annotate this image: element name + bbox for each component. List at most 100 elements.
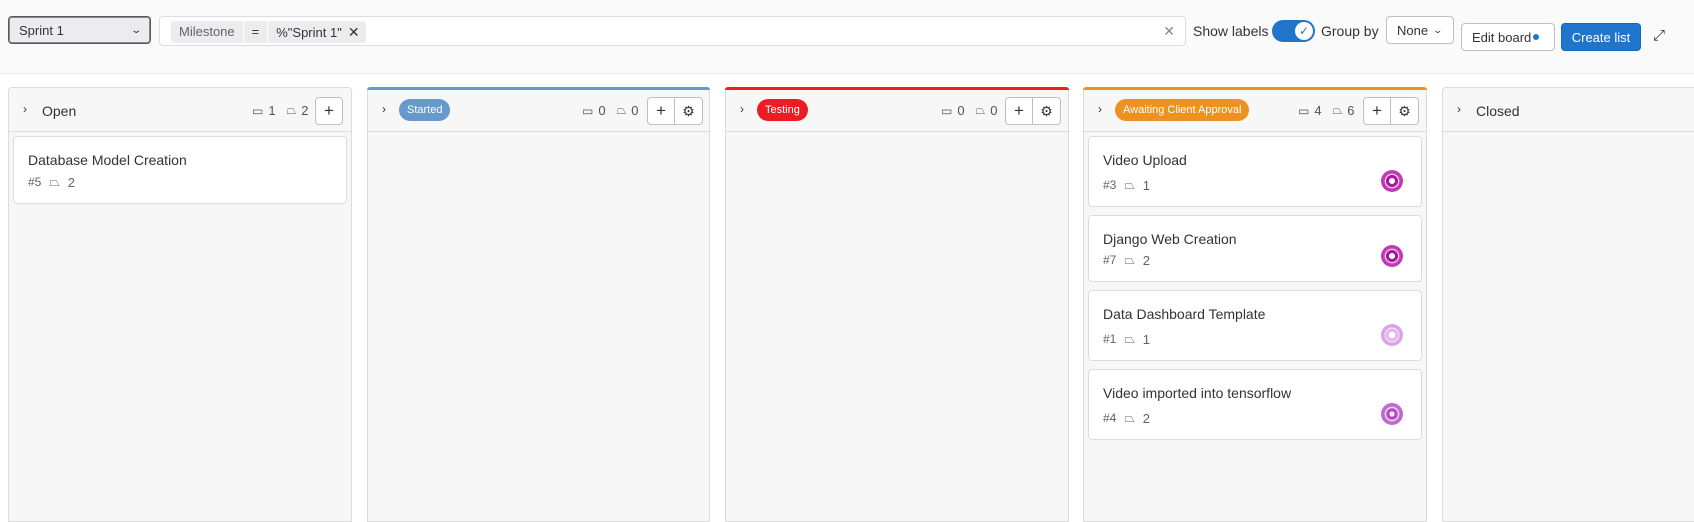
gear-icon[interactable]: ⚙ bbox=[1391, 97, 1419, 125]
board-list-started: › Started ▭ 0 ⏢ 0 + ⚙ bbox=[367, 87, 710, 522]
list-header: › Open ▭ 1 ⏢ 2 + bbox=[9, 88, 351, 132]
list-label: Awaiting Client Approval bbox=[1115, 99, 1250, 121]
list-counts: ▭ 4 ⏢ 6 bbox=[1298, 103, 1354, 118]
issue-meta: #5 ⏢ 2 bbox=[28, 174, 75, 190]
board-list-testing: › Testing ▭ 0 ⏢ 0 + ⚙ bbox=[725, 87, 1069, 522]
issue-card[interactable]: Database Model Creation #5 ⏢ 2 bbox=[13, 136, 347, 204]
issue-weight: 2 bbox=[1142, 252, 1150, 268]
assignee-avatar[interactable] bbox=[1381, 245, 1403, 267]
issue-title: Video Upload bbox=[1103, 152, 1187, 168]
board-toolbar: Sprint 1 ⌄ Milestone = %"Sprint 1" ✕ ✕ S… bbox=[0, 0, 1694, 74]
weight-icon: ⏢ bbox=[975, 103, 986, 117]
weight-icon: ⏢ bbox=[1332, 103, 1343, 117]
weight-icon: ⏢ bbox=[49, 174, 60, 189]
board-selector[interactable]: Sprint 1 ⌄ bbox=[8, 16, 151, 44]
issues-icon: ▭ bbox=[582, 103, 594, 118]
weight-icon: ⏢ bbox=[1124, 410, 1135, 425]
issue-id: #5 bbox=[28, 175, 42, 189]
chevron-right-icon[interactable]: › bbox=[740, 102, 744, 116]
board-list-awaiting-client-approval: › Awaiting Client Approval ▭ 4 ⏢ 6 + ⚙ Vid… bbox=[1083, 87, 1427, 522]
check-icon: ✓ bbox=[1295, 22, 1313, 40]
edit-board-button[interactable]: Edit board bbox=[1461, 23, 1555, 51]
issue-title: Django Web Creation bbox=[1103, 231, 1237, 247]
token-value: %"Sprint 1" ✕ bbox=[267, 21, 366, 43]
weight-count: 6 bbox=[1347, 103, 1355, 118]
issue-weight: 2 bbox=[1142, 410, 1150, 426]
list-title: Closed bbox=[1476, 103, 1520, 119]
create-list-button[interactable]: Create list bbox=[1561, 23, 1641, 51]
issue-card[interactable]: Django Web Creation #7 ⏢ 2 bbox=[1088, 215, 1422, 282]
issue-card[interactable]: Video Upload #3 ⏢ 1 bbox=[1088, 136, 1422, 207]
issue-title: Video imported into tensorflow bbox=[1103, 385, 1292, 401]
milestone-filter-token[interactable]: Milestone = %"Sprint 1" ✕ bbox=[171, 21, 366, 43]
issues-count: 1 bbox=[268, 103, 276, 118]
issues-count: 0 bbox=[957, 103, 965, 118]
add-issue-button[interactable]: + bbox=[1363, 97, 1391, 125]
group-by-label: Group by bbox=[1321, 23, 1379, 39]
issues-icon: ▭ bbox=[1298, 103, 1310, 118]
notification-dot bbox=[1533, 34, 1540, 40]
board-selector-label: Sprint 1 bbox=[19, 22, 64, 38]
issue-card[interactable]: Data Dashboard Template #1 ⏢ 1 bbox=[1088, 290, 1422, 361]
issue-meta: #1 ⏢ 1 bbox=[1103, 331, 1150, 347]
assignee-avatar[interactable] bbox=[1381, 403, 1403, 425]
issue-card[interactable]: Video imported into tensorflow #4 ⏢ 2 bbox=[1088, 369, 1422, 440]
list-header: › Awaiting Client Approval ▭ 4 ⏢ 6 + ⚙ bbox=[1084, 88, 1426, 132]
assignee-avatar[interactable] bbox=[1381, 324, 1403, 346]
weight-icon: ⏢ bbox=[1124, 252, 1135, 267]
list-title: Open bbox=[42, 103, 77, 119]
issue-weight: 1 bbox=[1142, 177, 1150, 193]
add-issue-button[interactable]: + bbox=[1005, 97, 1033, 125]
chevron-down-icon: ⌄ bbox=[1432, 24, 1444, 35]
add-issue-button[interactable]: + bbox=[315, 97, 343, 125]
issue-meta: #7 ⏢ 2 bbox=[1103, 252, 1150, 268]
issue-id: #3 bbox=[1103, 178, 1117, 192]
assignee-avatar[interactable] bbox=[1381, 170, 1403, 192]
token-operator: = bbox=[242, 21, 268, 43]
list-counts: ▭ 0 ⏢ 0 bbox=[582, 103, 638, 118]
chevron-right-icon[interactable]: › bbox=[1457, 102, 1461, 116]
board-list-open: › Open ▭ 1 ⏢ 2 + Database Model Creation #… bbox=[8, 87, 352, 522]
weight-icon: ⏢ bbox=[286, 103, 297, 117]
add-issue-button[interactable]: + bbox=[647, 97, 675, 125]
gear-icon[interactable]: ⚙ bbox=[675, 97, 703, 125]
group-by-value: None bbox=[1397, 22, 1429, 38]
weight-icon: ⏢ bbox=[1124, 331, 1135, 346]
close-icon[interactable]: ✕ bbox=[348, 24, 360, 41]
issue-id: #1 bbox=[1103, 332, 1117, 346]
filter-search-bar[interactable]: Milestone = %"Sprint 1" ✕ ✕ bbox=[159, 16, 1186, 46]
expand-icon[interactable]: ⤢ bbox=[1653, 27, 1665, 44]
weight-icon: ⏢ bbox=[616, 103, 627, 117]
chevron-right-icon[interactable]: › bbox=[382, 102, 386, 116]
clear-filter-icon[interactable]: ✕ bbox=[1163, 23, 1175, 40]
token-name: Milestone bbox=[171, 21, 243, 43]
show-labels-toggle[interactable]: ✓ bbox=[1272, 20, 1315, 42]
gear-icon[interactable]: ⚙ bbox=[1033, 97, 1061, 125]
chevron-right-icon[interactable]: › bbox=[1098, 102, 1102, 116]
weight-count: 0 bbox=[631, 103, 639, 118]
issue-id: #7 bbox=[1103, 253, 1117, 267]
issue-meta: #4 ⏢ 2 bbox=[1103, 410, 1150, 426]
list-counts: ▭ 1 ⏢ 2 bbox=[252, 103, 308, 118]
list-label: Testing bbox=[757, 99, 808, 121]
issues-icon: ▭ bbox=[941, 103, 953, 118]
list-header: › Closed bbox=[1443, 88, 1694, 132]
list-header: › Started ▭ 0 ⏢ 0 + ⚙ bbox=[368, 88, 709, 132]
list-counts: ▭ 0 ⏢ 0 bbox=[941, 103, 997, 118]
group-by-dropdown[interactable]: None ⌄ bbox=[1386, 16, 1454, 44]
token-value-text: %"Sprint 1" bbox=[276, 24, 342, 40]
chevron-right-icon[interactable]: › bbox=[23, 102, 27, 116]
list-label: Started bbox=[399, 99, 451, 121]
weight-icon: ⏢ bbox=[1124, 177, 1135, 192]
issue-title: Database Model Creation bbox=[28, 152, 187, 168]
edit-board-label: Edit board bbox=[1472, 29, 1532, 45]
weight-count: 0 bbox=[990, 103, 998, 118]
weight-count: 2 bbox=[301, 103, 309, 118]
list-header: › Testing ▭ 0 ⏢ 0 + ⚙ bbox=[726, 88, 1068, 132]
chevron-down-icon: ⌄ bbox=[129, 24, 142, 36]
issue-title: Data Dashboard Template bbox=[1103, 306, 1266, 322]
issues-count: 0 bbox=[598, 103, 606, 118]
issue-weight: 1 bbox=[1142, 331, 1150, 347]
board-list-closed: › Closed bbox=[1442, 87, 1694, 522]
issue-id: #4 bbox=[1103, 411, 1117, 425]
